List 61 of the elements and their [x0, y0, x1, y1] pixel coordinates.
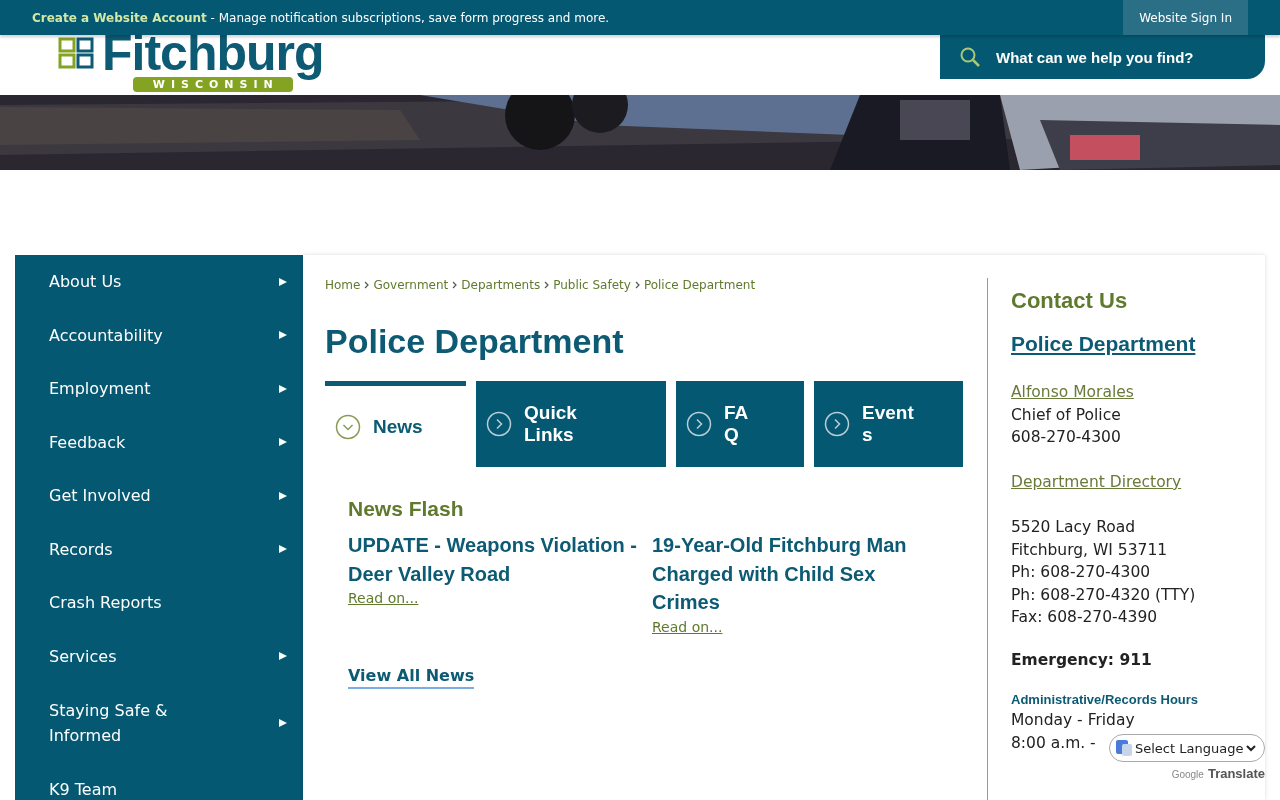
- tab[interactable]: FAQ: [676, 381, 804, 467]
- account-banner-text: Create a Website Account - Manage notification subscriptions, save form progress and more.: [32, 10, 611, 25]
- breadcrumb-separator-icon: [364, 281, 370, 289]
- contact-phone: 608-270-4300: [1011, 427, 1121, 448]
- breadcrumb-separator-icon: [544, 281, 550, 289]
- address-line: Ph: 608-270-4300: [1011, 562, 1151, 583]
- breadcrumb-link[interactable]: Public Safety: [553, 278, 631, 292]
- hours-line: Monday - Friday: [1011, 710, 1135, 731]
- sidebar-item[interactable]: Crash Reports: [15, 576, 303, 630]
- expand-circle-icon: [486, 411, 512, 437]
- emergency-number: Emergency: 911: [1011, 649, 1152, 671]
- translate-brand: Translate: [1207, 766, 1265, 781]
- sidebar-item[interactable]: Get Involved: [15, 469, 303, 523]
- search-field[interactable]: What can we help you find?: [940, 35, 1265, 79]
- search-input[interactable]: What can we help you find?: [994, 47, 1258, 67]
- sidebar-item[interactable]: Feedback: [15, 415, 303, 469]
- collapse-circle-icon: [335, 413, 361, 440]
- translate-icon: [1116, 740, 1132, 756]
- tab[interactable]: Quick Links: [476, 381, 666, 467]
- address-line: Fitchburg, WI 53711: [1011, 539, 1168, 561]
- hours-heading: Administrative/Records Hours: [1011, 691, 1199, 709]
- contact-role: Chief of Police: [1011, 404, 1121, 426]
- dropdown-caret-icon: [1246, 744, 1257, 752]
- address-line: 5520 Lacy Road: [1011, 517, 1136, 538]
- powered-by-label: Google: [1171, 769, 1204, 780]
- contact-name-link[interactable]: Alfonso Morales: [1011, 381, 1134, 404]
- read-on-link[interactable]: Read on...: [652, 618, 723, 635]
- sidebar-item[interactable]: About Us: [15, 255, 303, 309]
- sidebar-item[interactable]: Employment: [15, 362, 303, 416]
- expand-circle-icon: [824, 411, 850, 437]
- breadcrumb-link[interactable]: Government: [373, 278, 449, 292]
- tab[interactable]: Events: [814, 381, 963, 467]
- section-heading: News Flash: [348, 497, 465, 521]
- news-title-link[interactable]: UPDATE - Weapons Violation - Deer Valley Road: [348, 531, 638, 588]
- breadcrumb-separator-icon: [634, 281, 640, 289]
- view-all-news-link[interactable]: View All News: [348, 665, 475, 689]
- sign-in-button[interactable]: Website Sign In: [1123, 0, 1248, 35]
- sidebar-item[interactable]: Services: [15, 629, 303, 683]
- sidebar-item[interactable]: Records: [15, 522, 303, 576]
- breadcrumb-link[interactable]: Police Department: [643, 278, 756, 292]
- language-select[interactable]: Select Language: [1109, 734, 1265, 762]
- breadcrumb-link[interactable]: Departments: [461, 278, 541, 292]
- address-line: Ph: 608-270-4320 (TTY): [1011, 584, 1196, 606]
- hours-line: 8:00 a.m. -: [1011, 732, 1096, 754]
- news-title-link[interactable]: 19-Year-Old Fitchburg Man Charged with Child Sex Crimes: [652, 531, 922, 617]
- expand-circle-icon: [686, 411, 712, 437]
- address-line: Fax: 608-270-4390: [1011, 607, 1158, 628]
- sidebar-item[interactable]: Staying Safe & Informed: [15, 683, 303, 763]
- read-on-link[interactable]: Read on...: [348, 590, 419, 606]
- breadcrumb-separator-icon: [452, 281, 458, 289]
- logo-mark-icon: [58, 35, 94, 69]
- directory-link[interactable]: Department Directory: [1011, 471, 1182, 494]
- sidebar-item[interactable]: K9 Team: [15, 763, 303, 800]
- sidebar-item[interactable]: Accountability: [15, 308, 303, 362]
- page-title: Police Department: [325, 322, 625, 361]
- section-heading: Contact Us: [1011, 290, 1129, 313]
- logo-subtitle: WISCONSIN: [132, 77, 293, 92]
- breadcrumb-link[interactable]: Home: [325, 278, 361, 292]
- department-link[interactable]: Police Department: [1011, 332, 1196, 355]
- create-account-link[interactable]: Create a Website Account: [32, 10, 207, 25]
- search-icon: [960, 47, 980, 67]
